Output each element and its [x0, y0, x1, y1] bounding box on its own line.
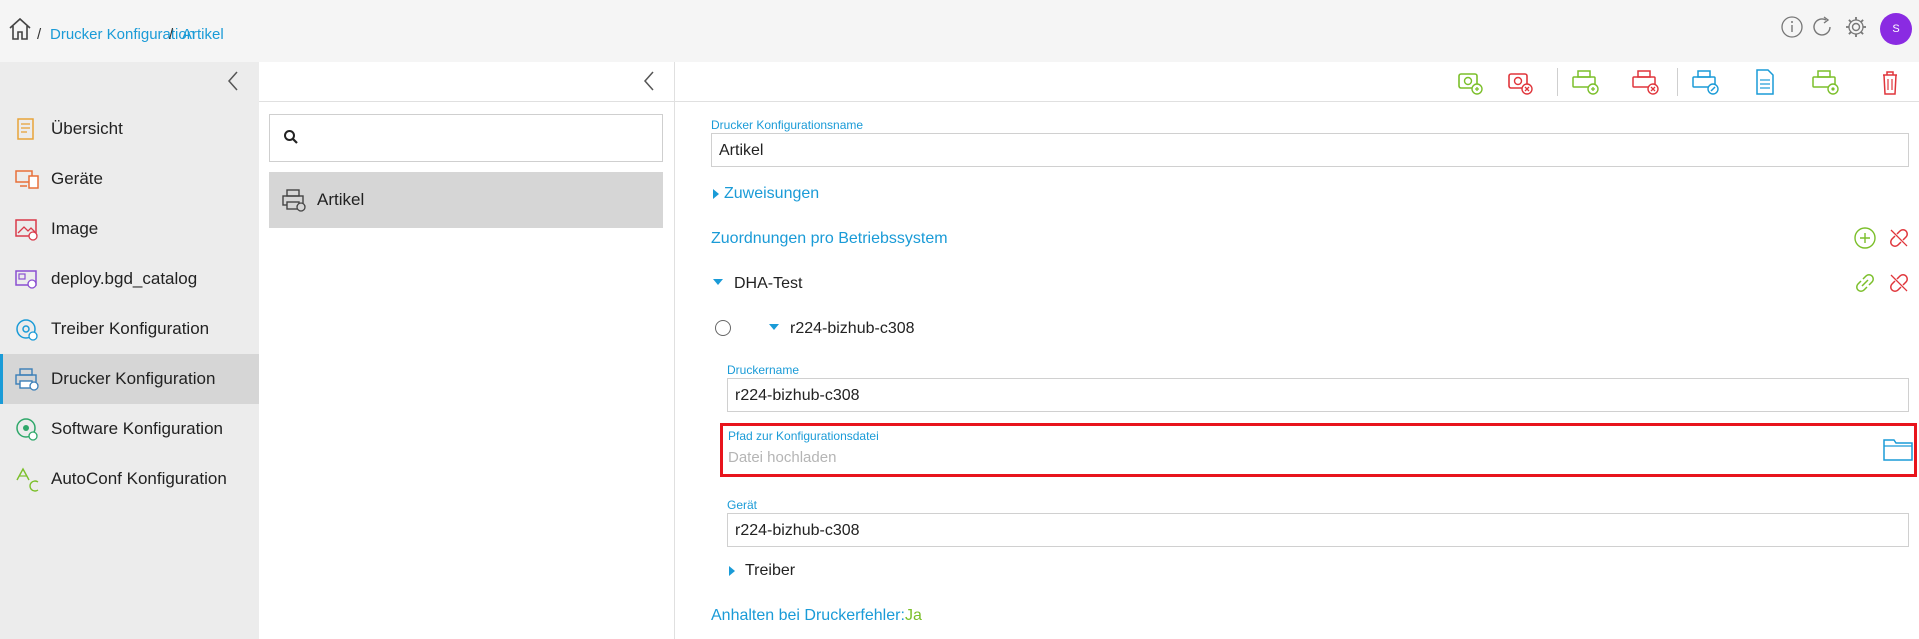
info-icon[interactable] [1780, 15, 1804, 39]
add-printer-icon[interactable] [1570, 68, 1600, 96]
config-name-input[interactable]: Artikel [711, 133, 1909, 167]
detail-toolbar [675, 62, 1919, 102]
breadcrumb-drucker-konfiguration[interactable]: Drucker Konfiguration [50, 26, 195, 43]
catalog-icon [15, 270, 37, 289]
sidebar-item-drucker-konfiguration[interactable]: Drucker Konfiguration [0, 354, 259, 404]
home-icon[interactable] [7, 16, 33, 42]
halt-on-error-label: Anhalten bei Druckerfehler: [711, 607, 905, 624]
collapse-caret-icon[interactable] [713, 279, 723, 285]
toolbar-divider [1557, 68, 1558, 96]
config-path-placeholder[interactable]: Datei hochladen [728, 449, 836, 466]
toolbar-divider [1677, 68, 1678, 96]
sidebar-item-image[interactable]: Image [0, 204, 259, 254]
image-icon [15, 219, 38, 241]
edit-printer-icon[interactable] [1690, 68, 1720, 96]
sidebar-item-treiber-konfiguration[interactable]: Treiber Konfiguration [0, 304, 259, 354]
printer-config-icon [15, 368, 39, 391]
printer-name-label: Druckername [727, 363, 800, 377]
trash-icon[interactable] [1875, 68, 1905, 96]
config-name-label: Drucker Konfigurationsname [711, 118, 864, 132]
remove-printer-icon[interactable] [1630, 68, 1660, 96]
printer-settings-icon[interactable] [1810, 68, 1840, 96]
collapse-caret-icon[interactable] [769, 324, 779, 330]
device-label: Gerät [727, 498, 758, 512]
breadcrumb-artikel[interactable]: Artikel [182, 26, 224, 43]
link-icon[interactable] [1853, 271, 1877, 295]
top-bar: / Drucker Konfiguration / Artikel S [0, 0, 1919, 62]
devices-icon [15, 170, 39, 189]
group-name[interactable]: DHA-Test [734, 275, 802, 293]
sidebar-item-software-konfiguration[interactable]: Software Konfiguration [0, 404, 259, 454]
detail-panel: Drucker Konfigurationsname Artikel Zuwei… [675, 62, 1919, 639]
sidebar-item-label: Treiber Konfiguration [51, 319, 210, 338]
sidebar-item-label: Übersicht [51, 119, 123, 138]
list-item[interactable]: Artikel [269, 172, 663, 228]
folder-icon[interactable] [1883, 436, 1913, 462]
search-icon [284, 130, 298, 144]
remove-printer-config-icon[interactable] [1504, 68, 1534, 96]
sidebar: Übersicht Geräte Image deploy.bgd_catalo… [0, 62, 259, 639]
list-item-label: Artikel [317, 190, 365, 209]
sidebar-item-label: Image [51, 219, 99, 238]
expand-caret-icon[interactable] [713, 189, 719, 199]
sidebar-item-autoconf-konfiguration[interactable]: AutoConf Konfiguration [0, 454, 259, 504]
sidebar-item-geraete[interactable]: Geräte [0, 154, 259, 204]
expand-caret-icon[interactable] [729, 566, 735, 576]
os-assignments-heading: Zuordnungen pro Betriebssystem [711, 230, 948, 247]
refresh-icon[interactable] [1810, 15, 1834, 39]
list-panel: Artikel [259, 62, 675, 639]
breadcrumb-separator: / [37, 26, 42, 43]
sidebar-item-label: Software Konfiguration [51, 419, 223, 438]
printer-name-input[interactable]: r224-bizhub-c308 [727, 378, 1909, 412]
add-circle-icon[interactable] [1853, 226, 1877, 250]
search-input[interactable] [269, 114, 663, 162]
add-printer-config-icon[interactable] [1454, 68, 1484, 96]
printer-select-radio[interactable] [715, 320, 731, 336]
config-file-upload[interactable]: Pfad zur Konfigurationsdatei Datei hochl… [720, 423, 1917, 477]
device-input[interactable]: r224-bizhub-c308 [727, 513, 1909, 547]
driver-toggle[interactable]: Treiber [745, 562, 795, 580]
collapse-list-icon[interactable] [640, 70, 658, 92]
sidebar-item-label: deploy.bgd_catalog [51, 269, 198, 288]
sidebar-item-deploy-catalog[interactable]: deploy.bgd_catalog [0, 254, 259, 304]
collapse-sidebar-icon[interactable] [224, 70, 242, 92]
sidebar-item-uebersicht[interactable]: Übersicht [0, 104, 259, 154]
halt-on-error-value: Ja [905, 607, 922, 624]
overview-icon [17, 118, 34, 140]
document-icon[interactable] [1750, 68, 1780, 96]
list-panel-header [259, 62, 675, 102]
avatar[interactable]: S [1880, 13, 1912, 45]
unlink-icon[interactable] [1887, 271, 1911, 295]
sidebar-item-label: Geräte [51, 169, 103, 188]
sidebar-item-label: AutoConf Konfiguration [51, 469, 227, 488]
driver-config-icon [16, 319, 38, 341]
config-path-label: Pfad zur Konfigurationsdatei [728, 429, 879, 443]
printer-icon [282, 189, 306, 212]
printer-node-name[interactable]: r224-bizhub-c308 [790, 320, 915, 338]
breadcrumb-separator: / [169, 26, 174, 43]
autoconf-config-icon [16, 467, 39, 492]
gear-icon[interactable] [1844, 15, 1868, 39]
unlink-icon[interactable] [1887, 226, 1911, 250]
zuweisungen-toggle[interactable]: Zuweisungen [724, 185, 819, 203]
software-config-icon [16, 418, 38, 441]
sidebar-item-label: Drucker Konfiguration [51, 369, 216, 388]
